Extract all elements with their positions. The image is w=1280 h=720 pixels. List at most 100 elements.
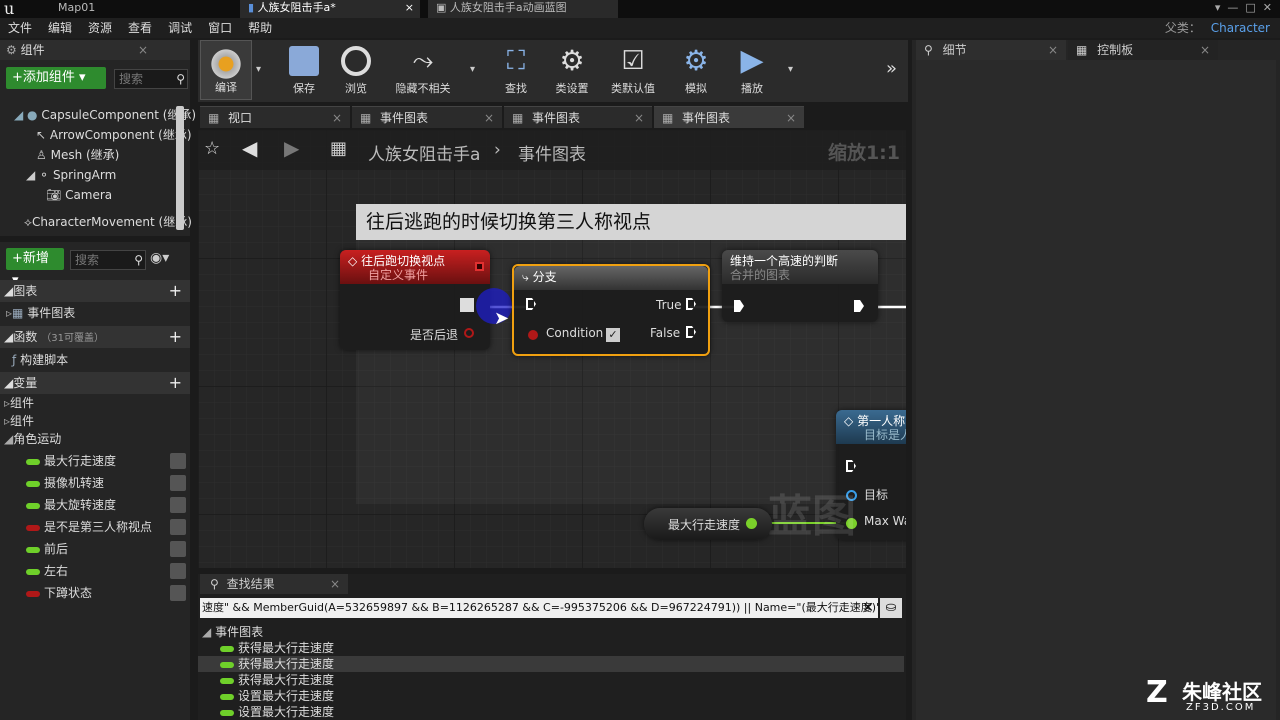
tab-viewport[interactable]: ▦ 视口 × <box>200 106 350 128</box>
result-row[interactable]: 获得最大行走速度 <box>198 640 904 656</box>
exec-out-pin-icon[interactable] <box>854 300 864 312</box>
add-component-button[interactable]: +添加组件 ▾ <box>6 67 106 89</box>
window-tab-anim-blueprint[interactable]: ▣ 人族女阻击手a动画蓝图 <box>428 0 618 18</box>
collapsed-graph-node[interactable]: 维持一个高速的判断 合并的图表 <box>722 250 878 322</box>
hide-unrelated-button[interactable]: ⤳ 隐藏不相关 <box>388 40 458 100</box>
find-query-input[interactable]: 速度" && MemberGuid(A=532659897 && B=11262… <box>200 598 878 618</box>
find-button[interactable]: ⛶ 查找 <box>490 40 542 100</box>
var-group-components-1[interactable]: ▹组件 <box>4 394 34 412</box>
visibility-toggle[interactable] <box>170 475 186 491</box>
visibility-toggle[interactable] <box>170 453 186 469</box>
custom-event-node[interactable]: ◇ 往后跑切换视点 自定义事件 是否后退 <box>340 250 490 350</box>
variable-get-node[interactable]: 最大行走速度 <box>644 508 772 540</box>
exec-in-pin-icon[interactable] <box>526 298 536 310</box>
menu-view[interactable]: 查看 <box>120 18 160 38</box>
close-icon[interactable]: × <box>138 40 148 60</box>
class-settings-button[interactable]: ⚙ 类设置 <box>546 40 598 100</box>
close-icon[interactable]: × <box>634 107 644 129</box>
menu-window[interactable]: 窗口 <box>200 18 240 38</box>
close-icon[interactable]: × <box>786 107 796 129</box>
compile-options-dropdown[interactable]: ▾ <box>256 64 261 75</box>
component-search-input[interactable]: 搜索 ⚲ <box>114 69 188 89</box>
var-group-character-movement[interactable]: ◢角色运动 <box>4 430 61 448</box>
branch-node[interactable]: ⤷ 分支 True Condition ✓ False <box>512 264 710 356</box>
tree-item-arrow[interactable]: ↖ ArrowComponent (继承) <box>36 125 192 145</box>
menu-file[interactable]: 文件 <box>0 18 40 38</box>
clear-icon[interactable]: ✕ <box>862 598 874 618</box>
delegate-pin-icon[interactable] <box>475 262 484 271</box>
menu-debug[interactable]: 调试 <box>160 18 200 38</box>
window-controls[interactable]: ▾ — □ ✕ <box>1215 1 1272 14</box>
exec-true-pin-icon[interactable] <box>686 298 696 310</box>
compile-button[interactable]: 编译 <box>200 40 252 100</box>
tree-item-camera[interactable]: 📷︎ Camera <box>46 185 112 205</box>
construction-script-item[interactable]: ƒ 构建脚本 <box>12 350 68 370</box>
visibility-toggle[interactable] <box>170 497 186 513</box>
new-button[interactable]: +新增 ▾ <box>6 248 64 288</box>
close-icon[interactable]: × <box>1200 40 1210 60</box>
event-graph-item[interactable]: ▹▦ 事件图表 <box>6 303 75 323</box>
section-variables[interactable]: ◢变量 + <box>0 372 190 394</box>
add-icon[interactable]: + <box>169 280 182 302</box>
close-icon[interactable]: × <box>405 0 414 16</box>
toolbar-overflow-icon[interactable]: » <box>886 58 897 79</box>
variable-row[interactable]: 最大行走速度 <box>0 450 190 472</box>
tab-event-graph-2[interactable]: ▦ 事件图表 × <box>504 106 652 128</box>
result-group[interactable]: ◢ 事件图表 <box>198 624 904 640</box>
add-icon[interactable]: + <box>169 372 182 394</box>
visibility-toggle[interactable] <box>170 541 186 557</box>
exec-in-pin-icon[interactable] <box>734 300 744 312</box>
close-icon[interactable]: × <box>484 107 494 129</box>
browse-button[interactable]: 浏览 <box>330 40 382 100</box>
exec-false-pin-icon[interactable] <box>686 326 696 338</box>
close-icon[interactable]: × <box>1048 40 1058 60</box>
variable-row[interactable]: 前后 <box>0 538 190 560</box>
hide-options-dropdown[interactable]: ▾ <box>470 64 475 75</box>
exec-out-pin-icon[interactable] <box>460 298 474 312</box>
section-graphs[interactable]: ◢图表 + <box>0 280 190 302</box>
close-icon[interactable]: × <box>330 574 340 594</box>
float-out-pin-icon[interactable] <box>746 518 757 529</box>
section-functions[interactable]: ◢函数 （31可覆盖） + <box>0 326 190 348</box>
bool-pin-icon[interactable] <box>528 330 538 340</box>
visibility-toggle[interactable] <box>170 519 186 535</box>
play-options-dropdown[interactable]: ▾ <box>788 64 793 75</box>
blueprint-search-input[interactable]: 搜索 ⚲ <box>70 250 146 270</box>
variable-row[interactable]: 是不是第三人称视点 <box>0 516 190 538</box>
menu-edit[interactable]: 编辑 <box>40 18 80 38</box>
tab-details[interactable]: ⚲ 细节 × <box>916 40 1066 60</box>
variable-row[interactable]: 摄像机转速 <box>0 472 190 494</box>
visibility-toggle[interactable] <box>170 585 186 601</box>
var-group-components-2[interactable]: ▹组件 <box>4 412 34 430</box>
close-icon[interactable]: × <box>332 107 342 129</box>
simulate-button[interactable]: ⚙ 模拟 <box>670 40 722 100</box>
menu-asset[interactable]: 资源 <box>80 18 120 38</box>
result-row[interactable]: 获得最大行走速度 <box>198 672 904 688</box>
class-defaults-button[interactable]: ☑ 类默认值 <box>604 40 662 100</box>
components-scrollbar[interactable] <box>176 106 184 230</box>
save-button[interactable]: 保存 <box>278 40 330 100</box>
tree-item-charmovement[interactable]: ⟡CharacterMovement (继承) <box>24 212 192 232</box>
tab-event-graph-1[interactable]: ▦ 事件图表 × <box>352 106 502 128</box>
variable-row[interactable]: 下蹲状态 <box>0 582 190 604</box>
find-results-tab[interactable]: ⚲ 查找结果 × <box>200 574 348 594</box>
tab-event-graph-3[interactable]: ▦ 事件图表 × <box>654 106 804 128</box>
tree-item-capsule[interactable]: ◢ ● CapsuleComponent (继承) <box>14 105 196 125</box>
tab-palette[interactable]: ▦ 控制板 × <box>1068 40 1218 60</box>
find-in-all-blueprints-button[interactable]: ⛀ <box>880 598 902 618</box>
play-button[interactable]: ▶ 播放 <box>726 40 778 100</box>
menu-help[interactable]: 帮助 <box>240 18 280 38</box>
result-row[interactable]: 设置最大行走速度 <box>198 704 904 720</box>
add-icon[interactable]: + <box>169 326 182 348</box>
result-row[interactable]: 设置最大行走速度 <box>198 688 904 704</box>
variable-row[interactable]: 最大旋转速度 <box>0 494 190 516</box>
eye-icon[interactable]: ◉▾ <box>150 250 169 266</box>
tree-item-mesh[interactable]: ♙ Mesh (继承) <box>36 145 119 165</box>
exec-in-pin-icon[interactable] <box>846 460 856 472</box>
condition-checkbox[interactable]: ✓ <box>606 328 620 342</box>
graph-editor[interactable]: ☆ ◀ ▶ ▦ 人族女阻击手a › 事件图表 缩放1:1 往后逃跑的时候切换第三… <box>198 130 906 568</box>
tree-item-springarm[interactable]: ◢ ⚬ SpringArm <box>26 165 116 185</box>
bool-pin-icon[interactable] <box>464 328 474 338</box>
window-tab-blueprint[interactable]: ▮ 人族女阻击手a* × <box>240 0 420 18</box>
variable-row[interactable]: 左右 <box>0 560 190 582</box>
